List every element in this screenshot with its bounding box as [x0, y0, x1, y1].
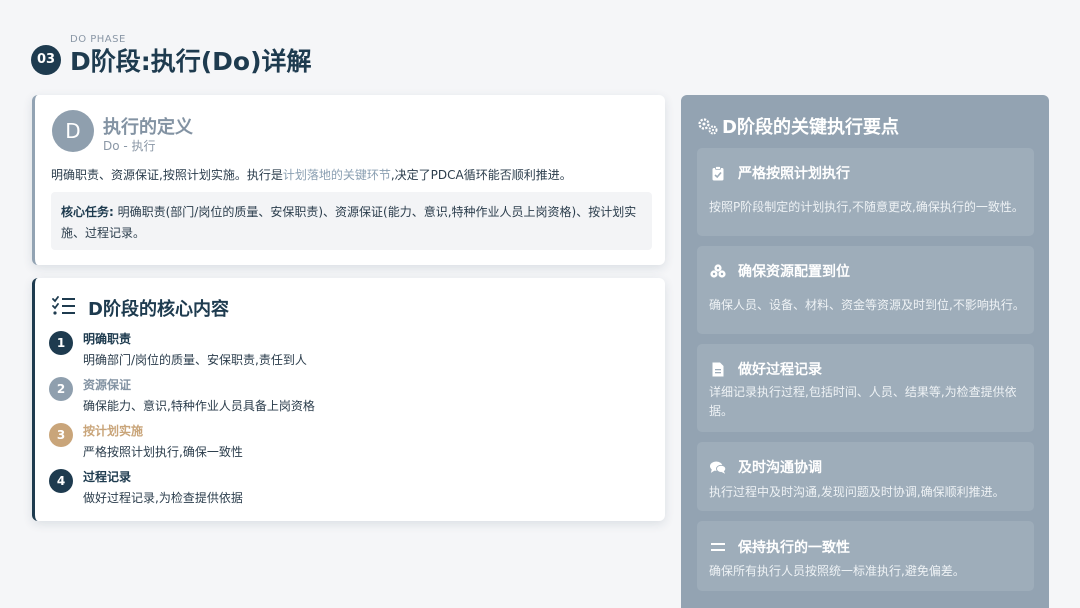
core-item-number: 1 [49, 331, 73, 355]
key-point-desc: 确保所有执行人员按照统一标准执行,避免偏差。 [709, 564, 965, 578]
key-point-title: 做好过程记录 [738, 362, 822, 378]
key-points-title: D阶段的关键执行要点 [722, 117, 899, 138]
core-item-title: 明确职责 [83, 332, 132, 346]
key-point-header: 确保资源配置到位 [710, 261, 850, 281]
cubes-icon [710, 263, 726, 279]
clipboard-check-icon [710, 165, 726, 181]
key-point-desc: 按照P阶段制定的计划执行,不随意更改,确保执行的一致性。 [709, 200, 1024, 214]
definition-subtitle: Do - 执行 [103, 139, 156, 153]
core-item-title: 资源保证 [83, 378, 132, 392]
core-item-number: 4 [49, 469, 73, 493]
key-point-header: 及时沟通协调 [710, 457, 822, 477]
core-task-box: 核心任务: 明确职责(部门/岗位的质量、安保职责)、资源保证(能力、意识,特种作… [51, 192, 652, 250]
equals-icon [710, 539, 726, 555]
key-points-panel: D阶段的关键执行要点 严格按照计划执行 按照P阶段制定的计划执行,不随意更改,确… [681, 95, 1049, 608]
key-point-desc: 确保人员、设备、材料、资金等资源及时到位,不影响执行。 [709, 298, 1025, 312]
core-task-text: 明确职责(部门/岗位的质量、安保职责)、资源保证(能力、意识,特种作业人员上岗资… [61, 205, 637, 240]
core-item-title: 过程记录 [83, 470, 132, 484]
core-item-desc: 确保能力、意识,特种作业人员具备上岗资格 [83, 399, 315, 413]
key-point-title: 保持执行的一致性 [738, 540, 850, 556]
definition-title: 执行的定义 [103, 117, 193, 138]
definition-text-end: ,决定了PDCA循环能否顺利推进。 [390, 168, 572, 182]
key-point-desc: 详细记录执行过程,包括时间、人员、结果等,为检查提供依据。 [709, 385, 1017, 418]
core-item-title: 按计划实施 [83, 424, 144, 438]
key-point-header: 做好过程记录 [710, 359, 822, 379]
key-point-title: 及时沟通协调 [738, 460, 822, 476]
definition-text-start: 明确职责、资源保证,按照计划实施。执行是 [51, 168, 283, 182]
definition-card: D 执行的定义 Do - 执行 明确职责、资源保证,按照计划实施。执行是计划落地… [32, 95, 665, 265]
key-point-title: 确保资源配置到位 [738, 264, 850, 280]
file-icon [710, 361, 726, 377]
page-header: 03 DO PHASE D阶段:执行(Do)详解 [31, 34, 312, 77]
key-point-card: 及时沟通协调 执行过程中及时沟通,发现问题及时协调,确保顺利推进。 [697, 442, 1034, 511]
core-task-label: 核心任务: [61, 205, 114, 219]
key-point-card: 确保资源配置到位 确保人员、设备、材料、资金等资源及时到位,不影响执行。 [697, 246, 1034, 334]
core-item-number: 3 [49, 423, 73, 447]
key-points-title-row: D阶段的关键执行要点 [697, 113, 899, 139]
definition-text: 明确职责、资源保证,按照计划实施。执行是计划落地的关键环节,决定了PDCA循环能… [51, 166, 572, 183]
key-point-title: 严格按照计划执行 [738, 166, 850, 182]
key-point-header: 严格按照计划执行 [710, 163, 850, 183]
core-item-desc: 明确部门/岗位的质量、安保职责,责任到人 [83, 353, 307, 367]
key-point-desc: 执行过程中及时沟通,发现问题及时协调,确保顺利推进。 [709, 485, 1005, 499]
page-title: D阶段:执行(Do)详解 [70, 47, 312, 76]
definition-highlight: 计划落地的关键环节 [282, 168, 391, 182]
core-item-desc: 做好过程记录,为检查提供依据 [83, 491, 243, 505]
title-group: DO PHASE D阶段:执行(Do)详解 [70, 34, 312, 77]
core-item-number: 2 [49, 377, 73, 401]
core-item-desc: 严格按照计划执行,确保一致性 [83, 445, 243, 459]
core-content-title: D阶段的核心内容 [88, 299, 229, 320]
key-point-header: 保持执行的一致性 [710, 537, 850, 557]
section-number-badge: 03 [31, 44, 61, 75]
comments-icon [710, 459, 726, 475]
key-point-card: 保持执行的一致性 确保所有执行人员按照统一标准执行,避免偏差。 [697, 521, 1034, 591]
key-point-card: 做好过程记录 详细记录执行过程,包括时间、人员、结果等,为检查提供依据。 [697, 344, 1034, 432]
key-point-card: 严格按照计划执行 按照P阶段制定的计划执行,不随意更改,确保执行的一致性。 [697, 148, 1034, 236]
definition-avatar: D [52, 110, 94, 152]
core-content-card: D阶段的核心内容 1 明确职责 明确部门/岗位的质量、安保职责,责任到人 2 资… [32, 278, 665, 521]
gears-icon [698, 118, 718, 135]
list-check-icon [52, 296, 75, 315]
phase-subtitle: DO PHASE [70, 34, 126, 45]
